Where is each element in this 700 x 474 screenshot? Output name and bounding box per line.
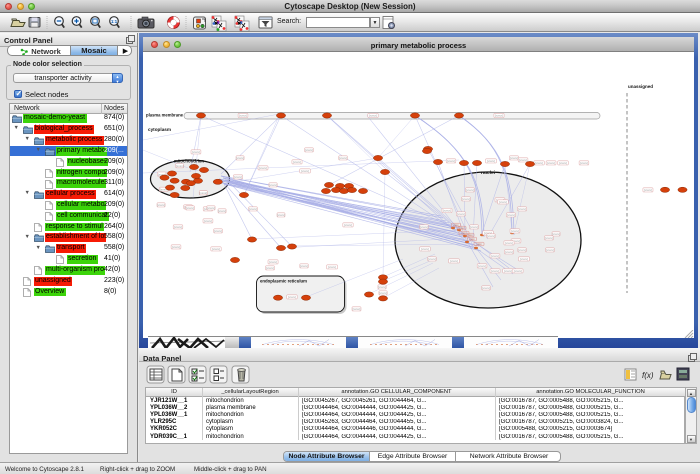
svg-text:[xxxx]: [xxxx] — [428, 257, 436, 261]
svg-text:[xxxx]: [xxxx] — [510, 156, 518, 160]
svg-text:[xxxx]: [xxxx] — [507, 213, 515, 217]
svg-text:unassigned: unassigned — [628, 84, 653, 89]
svg-text:[xxxx]: [xxxx] — [478, 264, 486, 268]
svg-text:[xxxx]: [xxxx] — [236, 156, 244, 160]
svg-text:f(x): f(x) — [642, 371, 654, 380]
svg-text:[xxxx]: [xxxx] — [328, 265, 336, 269]
svg-text:[xxxx]: [xxxx] — [546, 248, 554, 252]
svg-text:[xxxx]: [xxxx] — [249, 207, 257, 211]
svg-text:[xxxx]: [xxxx] — [421, 247, 429, 251]
svg-text:nuclei: nuclei — [481, 170, 495, 175]
svg-text:[xxxx]: [xxxx] — [192, 150, 200, 154]
svg-text:cytoplasm: cytoplasm — [148, 127, 171, 132]
svg-text:[xxxx]: [xxxx] — [552, 232, 560, 236]
svg-text:[xxxx]: [xxxx] — [420, 225, 428, 229]
svg-text:[xxxx]: [xxxx] — [277, 213, 285, 217]
svg-text:[xxxx]: [xxxx] — [545, 236, 553, 240]
svg-text:[xxxx]: [xxxx] — [447, 159, 455, 163]
svg-text:[xxxx]: [xxxx] — [218, 209, 226, 213]
svg-text:[xxxx]: [xxxx] — [504, 269, 512, 273]
svg-text:[xxxx]: [xxxx] — [379, 291, 387, 295]
svg-text:[xxxx]: [xxxx] — [305, 148, 313, 152]
svg-text:xxxx: xxxx — [476, 243, 482, 246]
svg-text:[xxxx]: [xxxx] — [559, 161, 567, 165]
svg-text:[xxxx]: [xxxx] — [204, 219, 212, 223]
svg-text:[xxxx]: [xxxx] — [339, 156, 347, 160]
svg-text:[xxxx]: [xxxx] — [214, 229, 222, 233]
svg-text:[xxxx]: [xxxx] — [514, 269, 522, 273]
svg-text:[xxxx]: [xxxx] — [487, 234, 495, 238]
svg-text:[xxxx]: [xxxx] — [520, 257, 528, 261]
svg-text:[xxxx]: [xxxx] — [207, 206, 215, 210]
svg-text:[xxxx]: [xxxx] — [499, 200, 507, 204]
svg-text:endoplasmic reticulum: endoplasmic reticulum — [260, 279, 307, 284]
svg-text:[xxxx]: [xxxx] — [174, 225, 182, 229]
svg-text:mitochondrion: mitochondrion — [174, 159, 204, 164]
svg-text:[xxxx]: [xxxx] — [353, 307, 361, 311]
svg-text:[xxxx]: [xxxx] — [462, 197, 470, 201]
svg-text:[xxxx]: [xxxx] — [495, 114, 503, 118]
svg-text:[xxxx]: [xxxx] — [259, 166, 267, 170]
svg-text:[xxxx]: [xxxx] — [266, 266, 274, 270]
svg-text:[xxxx]: [xxxx] — [519, 158, 527, 162]
svg-text:[xxxx]: [xxxx] — [269, 183, 277, 187]
svg-text:[xxxx]: [xxxx] — [172, 245, 180, 249]
svg-text:[xxxx]: [xxxx] — [505, 241, 513, 245]
svg-text:[xxxx]: [xxxx] — [518, 207, 526, 211]
svg-text:[xxxx]: [xxxx] — [300, 264, 308, 268]
svg-text:[xxxx]: [xxxx] — [369, 114, 377, 118]
svg-text:[xxxx]: [xxxx] — [487, 159, 495, 163]
svg-text:[xxxx]: [xxxx] — [511, 229, 519, 233]
svg-text:[xxxx]: [xxxx] — [466, 188, 474, 192]
svg-text:[xxxx]: [xxxx] — [157, 203, 165, 207]
svg-text:[xxxx]: [xxxx] — [288, 295, 296, 299]
svg-text:xxxx: xxxx — [469, 238, 475, 241]
svg-text:xxxx: xxxx — [459, 227, 465, 230]
svg-text:1:1: 1:1 — [111, 19, 118, 24]
svg-text:[xxxx]: [xxxx] — [482, 286, 490, 290]
svg-text:[xxxx]: [xxxx] — [491, 269, 499, 273]
svg-text:[xxxx]: [xxxx] — [344, 223, 352, 227]
svg-text:[xxxx]: [xxxx] — [186, 206, 194, 210]
svg-text:[xxxx]: [xxxx] — [470, 225, 478, 229]
svg-text:xxxx: xxxx — [467, 234, 473, 237]
svg-text:[xxxx]: [xxxx] — [450, 259, 458, 263]
svg-text:[xxxx]: [xxxx] — [505, 250, 513, 254]
svg-text:[xxxx]: [xxxx] — [378, 285, 386, 289]
svg-text:[xxxx]: [xxxx] — [535, 161, 543, 165]
svg-text:[xxxx]: [xxxx] — [239, 114, 247, 118]
svg-text:[xxxx]: [xxxx] — [269, 260, 277, 264]
svg-text:[xxxx]: [xxxx] — [547, 161, 555, 165]
svg-text:[xxxx]: [xxxx] — [293, 160, 301, 164]
svg-text:[xxxx]: [xxxx] — [491, 254, 499, 258]
svg-text:plasma membrane: plasma membrane — [146, 113, 183, 118]
svg-text:[xxxx]: [xxxx] — [301, 169, 309, 173]
svg-text:[xxxx]: [xxxx] — [212, 247, 220, 251]
svg-text:[xxxx]: [xxxx] — [443, 209, 451, 213]
svg-text:[xxxx]: [xxxx] — [580, 161, 588, 165]
svg-text:[xxxx]: [xxxx] — [176, 164, 184, 168]
svg-text:[xxxx]: [xxxx] — [457, 212, 465, 216]
svg-text:[xxxx]: [xxxx] — [199, 191, 207, 195]
svg-text:[xxxx]: [xxxx] — [644, 188, 652, 192]
svg-text:[xxxx]: [xxxx] — [234, 175, 242, 179]
svg-text:[xxxx]: [xxxx] — [518, 248, 526, 252]
